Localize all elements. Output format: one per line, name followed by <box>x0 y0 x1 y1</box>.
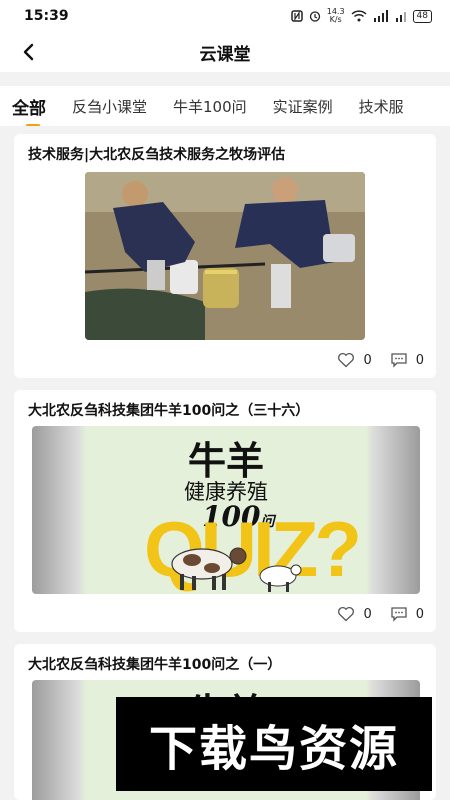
card-stats: 0 0 <box>337 352 424 368</box>
status-icons: 14.3 K/s 48 <box>290 8 432 24</box>
watermark-text: 下载鸟资源 <box>148 721 399 777</box>
status-bar: 15:39 14.3 K/s 48 <box>0 0 450 32</box>
card-image <box>85 172 365 340</box>
tab-tech-service[interactable]: 技术服 <box>359 96 404 117</box>
card-title: 大北农反刍科技集团牛羊100问之（三十六） <box>28 403 310 419</box>
signal-2-icon <box>395 12 406 22</box>
card-stats: 0 0 <box>337 606 424 622</box>
nfc-icon <box>290 10 303 22</box>
wifi-icon <box>351 10 367 22</box>
comment-count: 0 <box>415 352 424 368</box>
top-bar: 云课堂 <box>0 32 450 72</box>
tab-case-studies[interactable]: 实证案例 <box>273 96 333 117</box>
net-speed: 14.3 K/s <box>327 8 345 24</box>
course-card[interactable]: 技术服务|大北农反刍技术服务之牧场评估 0 0 <box>14 134 436 378</box>
status-time: 15:39 <box>24 8 69 24</box>
course-card[interactable]: 大北农反刍科技集团牛羊100问之（三十六） 牛羊 健康养殖 100问 QUIZ?… <box>14 390 436 632</box>
watermark-overlay: 下载鸟资源 <box>116 697 432 791</box>
heart-icon[interactable] <box>337 606 355 622</box>
back-button[interactable] <box>14 38 42 66</box>
tab-cattle-sheep-100[interactable]: 牛羊100问 <box>173 96 247 117</box>
farm-photo <box>85 172 365 340</box>
battery-indicator: 48 <box>412 9 432 23</box>
card-cover: 牛羊 健康养殖 100问 QUIZ? <box>32 426 420 594</box>
comment-count: 0 <box>415 606 424 622</box>
tab-all[interactable]: 全部 <box>12 94 46 126</box>
comment-icon[interactable] <box>390 352 408 368</box>
card-title: 技术服务|大北农反刍技术服务之牧场评估 <box>28 147 286 163</box>
category-tabs: 全部 反刍小课堂 牛羊100问 实证案例 技术服 <box>0 86 450 126</box>
net-speed-unit: K/s <box>329 15 342 24</box>
tab-rumination-class[interactable]: 反刍小课堂 <box>72 96 147 117</box>
card-title: 大北农反刍科技集团牛羊100问之（一） <box>28 657 282 673</box>
heart-icon[interactable] <box>337 352 355 368</box>
page-title: 云课堂 <box>199 44 251 65</box>
like-count: 0 <box>363 352 372 368</box>
signal-icon <box>373 10 388 22</box>
alarm-icon <box>309 11 320 22</box>
chevron-left-icon <box>23 43 34 61</box>
comment-icon[interactable] <box>390 606 408 622</box>
cattle-illustration <box>171 547 302 592</box>
like-count: 0 <box>363 606 372 622</box>
